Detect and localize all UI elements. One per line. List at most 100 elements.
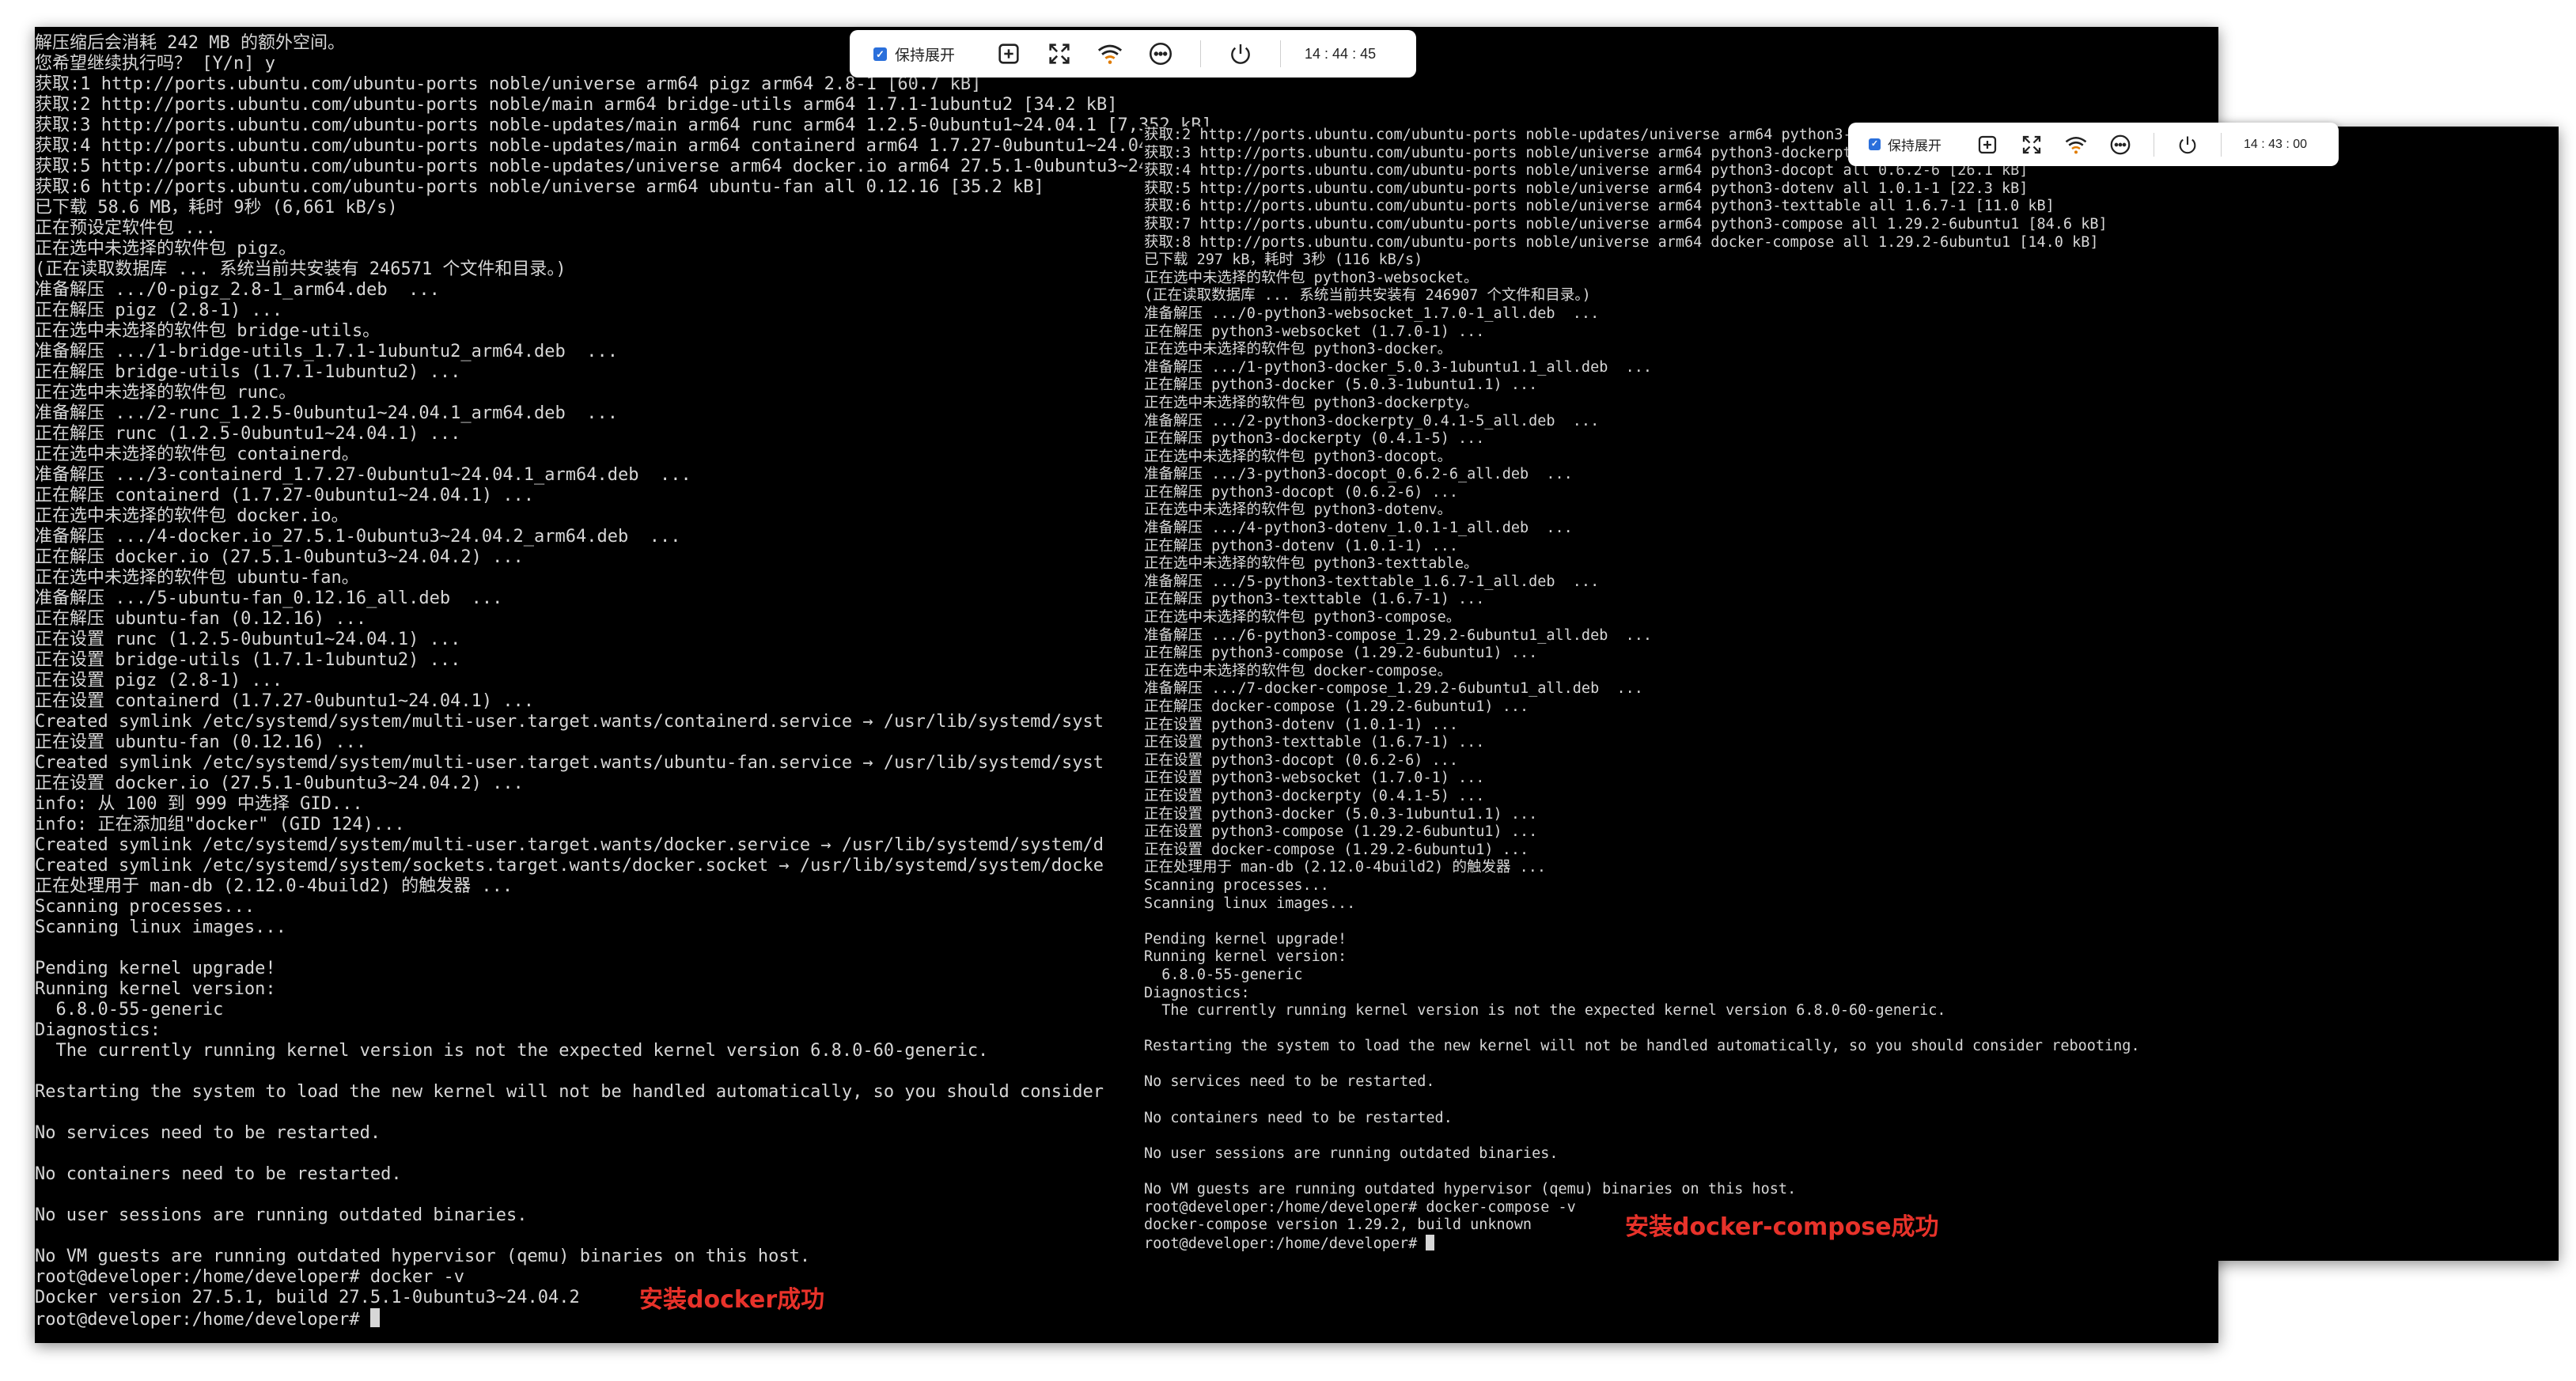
terminal-line: 获取:3 http://ports.ubuntu.com/ubuntu-port… [35, 115, 1212, 135]
terminal-line: 正在解压 bridge-utils (1.7.1-1ubuntu2) ... [35, 362, 461, 382]
terminal-line: 准备解压 .../1-bridge-utils_1.7.1-1ubuntu2_a… [35, 342, 619, 361]
terminal-cursor [1426, 1234, 1435, 1250]
terminal-line: 正在选中未选择的软件包 pigz。 [35, 239, 297, 259]
terminal-line: root@developer:/home/developer# [35, 1308, 1212, 1330]
checkbox-icon[interactable]: ✓ [873, 47, 887, 61]
terminal-line: Created symlink /etc/systemd/system/mult… [35, 753, 1104, 773]
terminal-line: The currently running kernel version is … [1144, 1002, 1946, 1020]
wifi-icon[interactable] [2062, 131, 2090, 159]
terminal-line: 已下载 58.6 MB，耗时 9秒 (6,661 kB/s) [35, 198, 398, 218]
terminal-line: 正在解压 ubuntu-fan (0.12.16) ... [35, 609, 367, 629]
terminal-line: (正在读取数据库 ... 系统当前共安装有 246907 个文件和目录。) [1144, 287, 1591, 305]
terminal-line: 正在选中未选择的软件包 docker-compose。 [1144, 662, 1453, 679]
terminal-line: 正在设置 python3-texttable (1.6.7-1) ... [1144, 734, 1485, 751]
terminal-line: 准备解压 .../3-containerd_1.7.27-0ubuntu1~24… [35, 465, 691, 485]
terminal-line: 获取:4 http://ports.ubuntu.com/ubuntu-port… [35, 136, 1170, 156]
terminal-window-docker-compose[interactable]: 获取:2 http://ports.ubuntu.com/ubuntu-port… [1142, 127, 2559, 1261]
terminal-line: 正在设置 python3-docker (5.0.3-1ubuntu1.1) .… [1144, 805, 1538, 823]
terminal-line: 正在解压 runc (1.2.5-0ubuntu1~24.04.1) ... [35, 424, 461, 444]
terminal-line: 准备解压 .../0-pigz_2.8-1_arm64.deb ... [35, 280, 440, 300]
more-icon[interactable] [1145, 38, 1176, 70]
terminal-line: 获取:5 http://ports.ubuntu.com/ubuntu-port… [1144, 180, 2029, 197]
session-clock: 14 : 43 : 00 [2244, 137, 2308, 151]
docker-success-annotation: 安装docker成功 [639, 1286, 825, 1314]
terminal-line: Diagnostics: [1144, 984, 1250, 1001]
terminal-line: 获取:2 http://ports.ubuntu.com/ubuntu-port… [35, 95, 1118, 115]
terminal-output: 获取:2 http://ports.ubuntu.com/ubuntu-port… [1144, 127, 2178, 1253]
power-icon[interactable] [1225, 38, 1256, 70]
terminal-line: 准备解压 .../5-ubuntu-fan_0.12.16_all.deb ..… [35, 588, 503, 608]
terminal-line: 正在选中未选择的软件包 python3-dockerpty。 [1144, 394, 1479, 411]
fullscreen-icon[interactable] [1044, 38, 1075, 70]
terminal-line: 正在解压 python3-docopt (0.6.2-6) ... [1144, 483, 1459, 501]
terminal-line: 正在解压 python3-texttable (1.6.7-1) ... [1144, 591, 1485, 608]
terminal-line: 正在设置 docker-compose (1.29.2-6ubuntu1) ..… [1144, 841, 1529, 858]
terminal-line: 正在设置 containerd (1.7.27-0ubuntu1~24.04.1… [35, 691, 535, 711]
terminal-line: 正在选中未选择的软件包 python3-docopt。 [1144, 448, 1453, 465]
checkbox-icon[interactable]: ✓ [1869, 138, 1881, 150]
add-window-icon[interactable] [1973, 131, 2002, 159]
terminal-line: No user sessions are running outdated bi… [35, 1205, 528, 1225]
terminal-line: 正在选中未选择的软件包 runc。 [35, 383, 297, 403]
terminal-line: Diagnostics: [35, 1020, 161, 1040]
terminal-line: 正在选中未选择的软件包 python3-dotenv。 [1144, 501, 1453, 519]
terminal-line: Running kernel version: [35, 979, 276, 999]
terminal-line: Scanning linux images... [1144, 895, 1356, 912]
terminal-line: 正在设置 bridge-utils (1.7.1-1ubuntu2) ... [35, 650, 461, 670]
terminal-cursor [369, 1308, 380, 1327]
terminal-line: Created symlink /etc/systemd/system/mult… [35, 712, 1104, 732]
terminal-line: Scanning processes... [35, 897, 256, 917]
terminal-line: 获取:8 http://ports.ubuntu.com/ubuntu-port… [1144, 233, 2099, 251]
terminal-line: 正在解压 pigz (2.8-1) ... [35, 301, 283, 320]
session-clock: 14 : 44 : 45 [1305, 45, 1377, 62]
terminal-line: 准备解压 .../5-python3-texttable_1.6.7-1_all… [1144, 573, 1600, 590]
terminal-line: Created symlink /etc/systemd/system/mult… [35, 835, 1104, 855]
terminal-line: 获取:5 http://ports.ubuntu.com/ubuntu-port… [35, 157, 1202, 176]
terminal-line: Scanning processes... [1144, 876, 1329, 894]
terminal-line: info: 从 100 到 999 中选择 GID... [35, 794, 363, 814]
toolbar-divider [2221, 132, 2222, 157]
fullscreen-icon[interactable] [2017, 131, 2046, 159]
keep-expanded-toggle[interactable]: ✓ 保持展开 [1869, 134, 1941, 154]
docker-compose-success-annotation: 安装docker-compose成功 [1625, 1213, 1939, 1241]
terminal-line: 准备解压 .../4-docker.io_27.5.1-0ubuntu3~24.… [35, 527, 681, 547]
keep-expanded-label: 保持展开 [895, 47, 956, 64]
terminal-line: No services need to be restarted. [35, 1123, 381, 1143]
terminal-line: 已下载 297 kB，耗时 3秒 (116 kB/s) [1144, 252, 1423, 269]
terminal-line: 准备解压 .../4-python3-dotenv_1.0.1-1_all.de… [1144, 520, 1573, 537]
keep-expanded-toggle[interactable]: ✓ 保持展开 [873, 44, 955, 65]
wifi-icon[interactable] [1094, 38, 1126, 70]
terminal-line: 正在处理用于 man-db (2.12.0-4build2) 的触发器 ... [1144, 859, 1547, 876]
terminal-line: root@developer:/home/developer# docker -… [35, 1267, 465, 1287]
terminal-line: 获取:6 http://ports.ubuntu.com/ubuntu-port… [35, 177, 1044, 197]
toolbar-divider [1200, 40, 1202, 67]
terminal-line: (正在读取数据库 ... 系统当前共安装有 246571 个文件和目录。) [35, 259, 566, 279]
terminal-line: 正在选中未选择的软件包 docker.io。 [35, 506, 349, 526]
terminal-line: 正在选中未选择的软件包 containerd。 [35, 445, 359, 464]
terminal-line: 正在设置 ubuntu-fan (0.12.16) ... [35, 732, 367, 752]
more-icon[interactable] [2106, 131, 2135, 159]
terminal-line: 获取:6 http://ports.ubuntu.com/ubuntu-port… [1144, 198, 2055, 215]
terminal-line: 正在预设定软件包 ... [35, 218, 216, 238]
terminal-line: 正在设置 runc (1.2.5-0ubuntu1~24.04.1) ... [35, 630, 461, 649]
terminal-line: 正在解压 python3-compose (1.29.2-6ubuntu1) .… [1144, 645, 1538, 662]
terminal-line: 6.8.0-55-generic [35, 1000, 224, 1020]
add-window-icon[interactable] [993, 38, 1025, 70]
terminal-line: 正在设置 python3-websocket (1.7.0-1) ... [1144, 770, 1485, 787]
remote-session-toolbar: ✓ 保持展开 14 : 44 : 45 [850, 30, 1416, 78]
terminal-line: Docker version 27.5.1, build 27.5.1-0ubu… [35, 1288, 580, 1307]
terminal-line: No VM guests are running outdated hyperv… [1144, 1181, 1797, 1198]
terminal-line: 正在设置 python3-compose (1.29.2-6ubuntu1) .… [1144, 823, 1538, 841]
power-icon[interactable] [2173, 131, 2202, 159]
terminal-line: 准备解压 .../7-docker-compose_1.29.2-6ubuntu… [1144, 680, 1643, 698]
terminal-line: 正在解压 python3-dotenv (1.0.1-1) ... [1144, 537, 1459, 554]
